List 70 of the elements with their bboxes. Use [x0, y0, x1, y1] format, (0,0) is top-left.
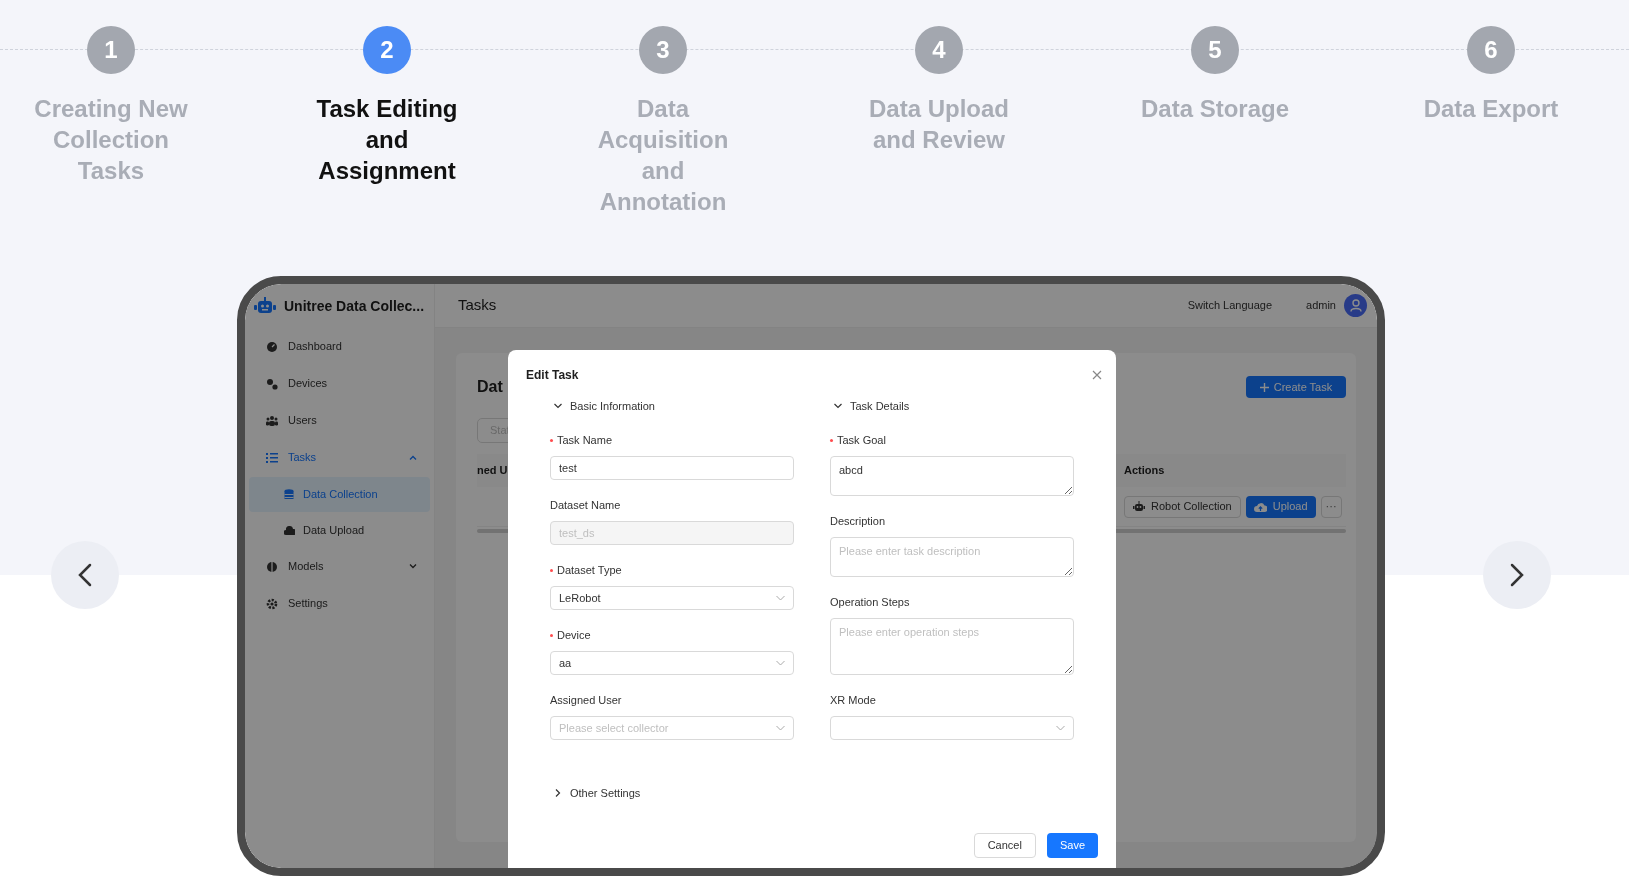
field-label: Operation Steps: [830, 595, 910, 611]
step-label: Data Export: [1422, 94, 1560, 124]
chevron-icon: [409, 564, 417, 569]
avatar-icon[interactable]: [1344, 294, 1367, 317]
section-heading: Dat: [477, 377, 503, 397]
gauge-icon: [266, 340, 278, 353]
field-label: Description: [830, 514, 886, 530]
dropdown-icon: [776, 660, 785, 666]
gears-icon: [266, 377, 278, 390]
sidebar-item[interactable]: Models: [249, 548, 430, 585]
input-field[interactable]: test: [550, 456, 794, 480]
username: admin: [1306, 298, 1336, 314]
robot-icon: [254, 296, 276, 316]
database-icon: [284, 489, 295, 500]
section-toggle[interactable]: Basic Information: [554, 398, 794, 414]
create-task-button[interactable]: Create Task: [1246, 376, 1346, 398]
step-label: Creating New Collection Tasks: [33, 94, 189, 186]
field-label: XR Mode: [830, 693, 876, 709]
users-icon: [266, 414, 278, 427]
dropdown-icon: [776, 725, 785, 731]
text-area[interactable]: Please enter operation steps: [830, 618, 1074, 675]
select-field[interactable]: aa: [550, 651, 794, 675]
plus-icon: [1259, 382, 1269, 392]
field-label: Task Name: [557, 433, 613, 449]
field-label: Assigned User: [550, 693, 622, 709]
sidebar-item[interactable]: Dashboard: [249, 328, 430, 365]
sidebar-item[interactable]: Users: [249, 402, 430, 439]
switch-language-link[interactable]: Switch Language: [1187, 297, 1273, 314]
step-label: Data Upload and Review: [868, 94, 1010, 155]
column-header: ned U: [477, 463, 508, 479]
robot-icon: [1133, 501, 1145, 512]
select-field[interactable]: [830, 716, 1074, 740]
field-label: Dataset Name: [550, 498, 621, 514]
chevron-right-icon: [1510, 563, 1524, 587]
text-area[interactable]: Please enter task description: [830, 537, 1074, 577]
sidebar-item[interactable]: Data Upload: [249, 513, 430, 548]
action-button[interactable]: Robot Collection: [1124, 495, 1241, 518]
sidebar-item[interactable]: Tasks: [249, 439, 430, 476]
sidebar-item[interactable]: Data Collection: [249, 477, 430, 512]
app-brand: Unitree Data Collec...: [284, 296, 425, 316]
step-label: Data Acquisition and Annotation: [596, 94, 730, 217]
sidebar-item[interactable]: Settings: [249, 585, 430, 622]
more-button[interactable]: ···: [1320, 495, 1342, 518]
cancel-button[interactable]: Cancel: [973, 833, 1036, 858]
column-header: Actions: [1124, 463, 1165, 479]
step-label: Data Storage: [1139, 94, 1290, 124]
action-button[interactable]: Upload: [1245, 495, 1316, 518]
field-label: Device: [557, 628, 591, 644]
step-label: Task Editing and Assignment: [315, 94, 459, 186]
cloud-icon: [284, 525, 295, 536]
close-button[interactable]: [1092, 370, 1102, 380]
chevron-icon: [409, 455, 417, 460]
dropdown-icon: [776, 595, 785, 601]
section-toggle[interactable]: Task Details: [834, 398, 1074, 414]
text-area[interactable]: abcd: [830, 456, 1074, 496]
section-toggle[interactable]: Other Settings: [554, 785, 641, 802]
sidebar-item[interactable]: Devices: [249, 365, 430, 402]
chevron-left-icon: [78, 563, 92, 587]
gear-icon: [266, 597, 278, 610]
field-label: Task Goal: [837, 433, 886, 449]
half-circle-icon: [266, 560, 278, 573]
page-title: Tasks: [458, 295, 497, 316]
close-icon: [1092, 370, 1102, 380]
field-label: Dataset Type: [557, 563, 622, 579]
dialog-title: Edit Task: [526, 367, 579, 384]
list-icon: [266, 451, 278, 464]
select-field[interactable]: LeRobot: [550, 586, 794, 610]
dropdown-icon: [1056, 725, 1065, 731]
save-button[interactable]: Save: [1046, 833, 1098, 858]
cloud-upload-icon: [1253, 501, 1267, 512]
